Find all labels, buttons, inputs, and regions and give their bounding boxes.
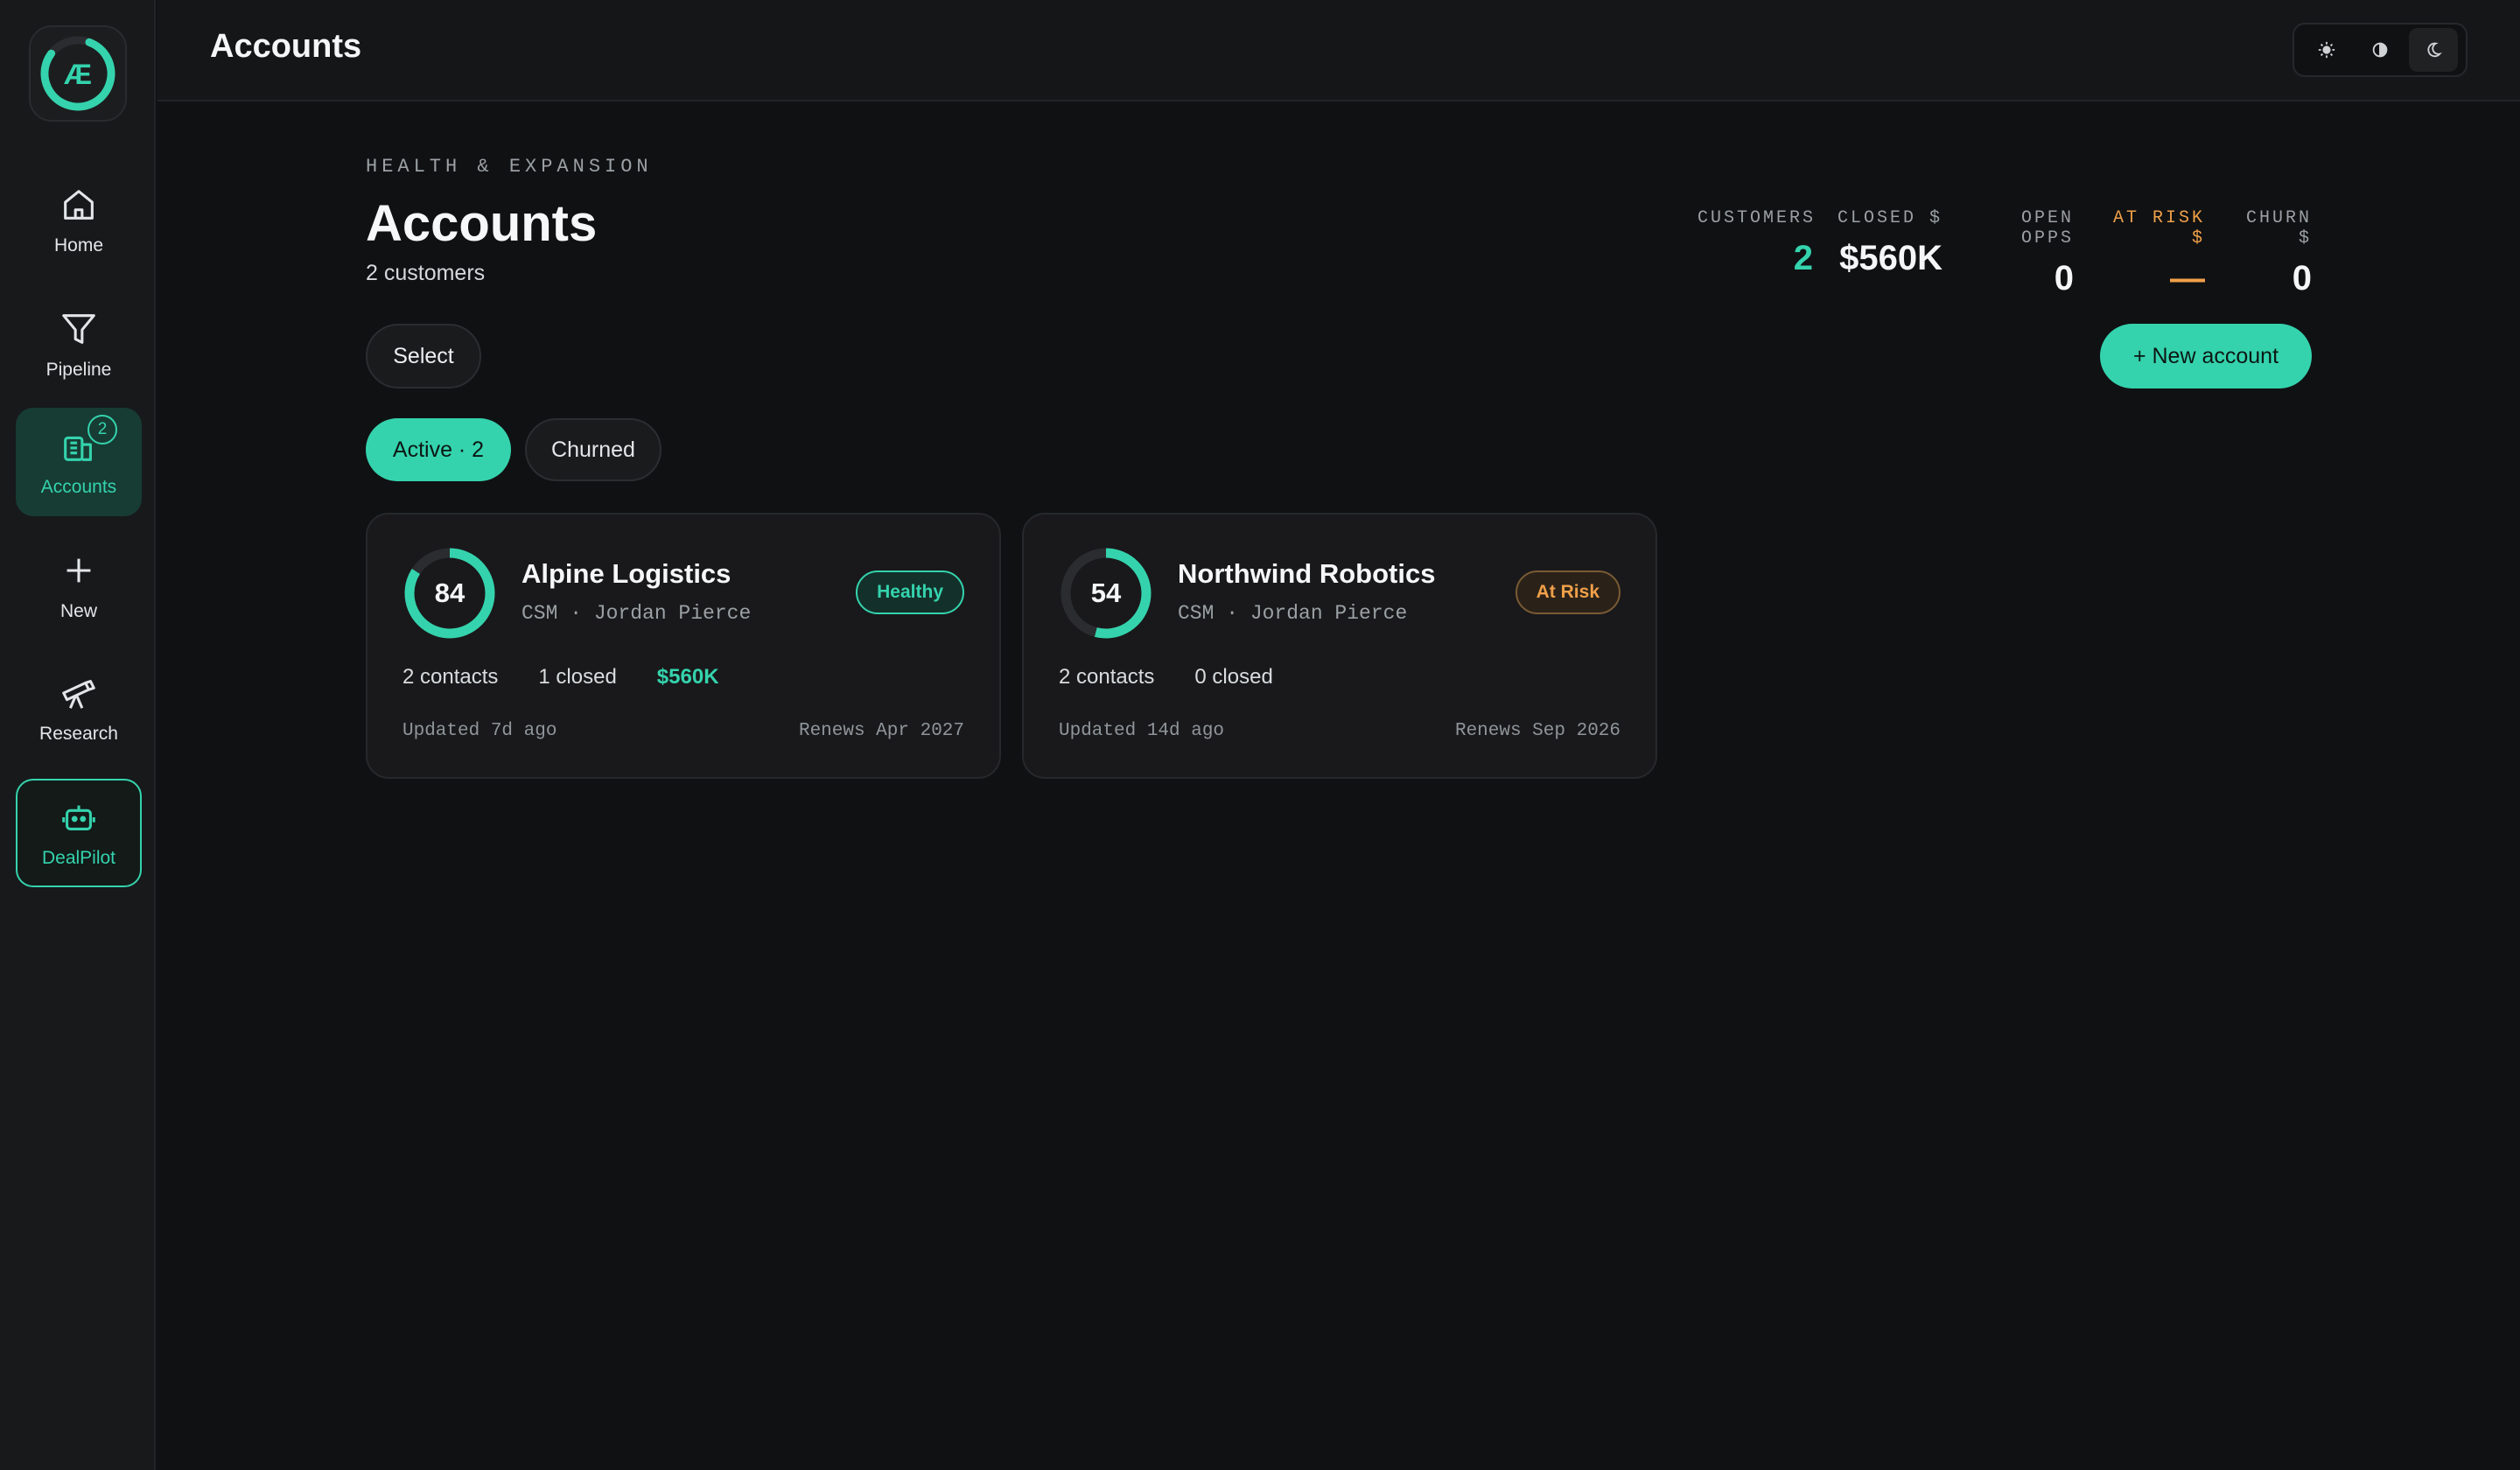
sidebar-item-home[interactable]: Home <box>16 166 142 275</box>
topbar-title: Accounts <box>210 28 362 65</box>
account-card[interactable]: 54 Northwind Robotics CSM · Jordan Pierc… <box>1022 513 1657 779</box>
app-root: Æ Home Pipeline Accounts 2 New Research … <box>0 0 2520 1470</box>
account-metrics: 2 contacts 0 closed <box>1059 665 1273 690</box>
theme-light-button[interactable] <box>2302 28 2351 72</box>
closed-value: $560K <box>656 665 719 689</box>
contacts-count: 2 contacts <box>402 665 499 689</box>
stat-label: OPEN OPPS <box>2020 208 2074 248</box>
status-badge: At Risk <box>1515 570 1620 614</box>
renewal-date: Renews Sep 2026 <box>1454 721 1620 741</box>
app-logo[interactable]: Æ <box>29 25 127 122</box>
sidebar-item-label: Accounts <box>40 477 117 497</box>
health-score-ring: 54 <box>1059 546 1153 640</box>
contrast-icon <box>2372 42 2388 58</box>
sidebar-item-label: Research <box>39 724 118 744</box>
filter-icon <box>62 314 95 344</box>
closed-count: 0 closed <box>1194 665 1273 689</box>
stat-value: 0 <box>2054 259 2074 298</box>
stat-value: 0 <box>2292 259 2312 298</box>
updated-timestamp: Updated 14d ago <box>1059 721 1225 741</box>
plus-icon <box>66 558 91 583</box>
robot-icon <box>62 805 95 830</box>
home-icon <box>64 190 94 220</box>
closed-count: 1 closed <box>538 665 617 689</box>
stat-label: CHURN $ <box>2245 208 2312 248</box>
logo-ring-icon: Æ <box>40 36 116 111</box>
stat-value: — <box>2170 259 2205 298</box>
customer-count: 2 customers <box>366 261 486 285</box>
stat-at-risk: AT RISK $ — <box>2091 208 2205 298</box>
sun-icon <box>2318 41 2334 59</box>
page-title: Accounts <box>366 195 598 252</box>
stat-label: AT RISK $ <box>2112 208 2205 248</box>
account-name: Alpine Logistics <box>522 558 732 589</box>
sidebar-item-label: Home <box>53 235 104 256</box>
health-score-ring: 84 <box>402 546 497 640</box>
sidebar-item-pipeline[interactable]: Pipeline <box>16 290 142 399</box>
moon-icon <box>2427 42 2443 58</box>
stat-customers: CUSTOMERS 2 <box>1698 208 1813 278</box>
sidebar-item-dealpilot[interactable]: DealPilot <box>16 779 142 887</box>
contacts-count: 2 contacts <box>1059 665 1155 689</box>
theme-dark-button[interactable] <box>2409 28 2459 72</box>
stat-value: $560K <box>1839 239 1942 277</box>
stat-closed: CLOSED $ $560K <box>1834 208 1942 278</box>
select-button[interactable]: Select <box>366 324 481 388</box>
sidebar-item-label: Pipeline <box>46 360 112 380</box>
status-badge: Healthy <box>856 570 964 614</box>
account-name: Northwind Robotics <box>1178 558 1436 589</box>
new-account-button[interactable]: + New account <box>2100 324 2312 388</box>
stat-value: 2 <box>1793 239 1813 277</box>
updated-timestamp: Updated 7d ago <box>402 721 557 741</box>
sidebar-item-label: New <box>60 601 97 621</box>
tab-active[interactable]: Active · 2 <box>366 418 511 481</box>
account-csm: CSM · Jordan Pierce <box>1178 602 1408 625</box>
accounts-count-badge: 2 <box>88 415 117 444</box>
sidebar-item-label: DealPilot <box>41 848 116 868</box>
account-csm: CSM · Jordan Pierce <box>522 602 752 625</box>
theme-toggle <box>2292 23 2468 77</box>
account-card[interactable]: 84 Alpine Logistics CSM · Jordan Pierce … <box>366 513 1001 779</box>
stat-label: CUSTOMERS <box>1698 208 1816 228</box>
sidebar: Æ Home Pipeline Accounts 2 New Research … <box>0 0 156 1470</box>
renewal-date: Renews Apr 2027 <box>798 721 964 741</box>
account-metrics: 2 contacts 1 closed $560K <box>402 665 719 690</box>
sidebar-item-research[interactable]: Research <box>16 654 142 763</box>
stat-label: CLOSED $ <box>1837 208 1942 228</box>
section-eyebrow: HEALTH & EXPANSION <box>366 156 653 178</box>
telescope-icon <box>62 680 95 709</box>
stat-churn: CHURN $ 0 <box>2222 208 2312 298</box>
stat-open-opps: OPEN OPPS 0 <box>1960 208 2074 298</box>
sidebar-item-new[interactable]: New <box>16 532 142 640</box>
svg-text:Æ: Æ <box>64 59 92 90</box>
health-score: 84 <box>434 578 466 608</box>
health-score: 54 <box>1090 578 1122 608</box>
topbar: Accounts <box>158 0 2520 102</box>
theme-system-button[interactable] <box>2356 28 2404 72</box>
tab-churned[interactable]: Churned <box>525 418 662 481</box>
sidebar-item-accounts[interactable]: Accounts 2 <box>16 408 142 516</box>
